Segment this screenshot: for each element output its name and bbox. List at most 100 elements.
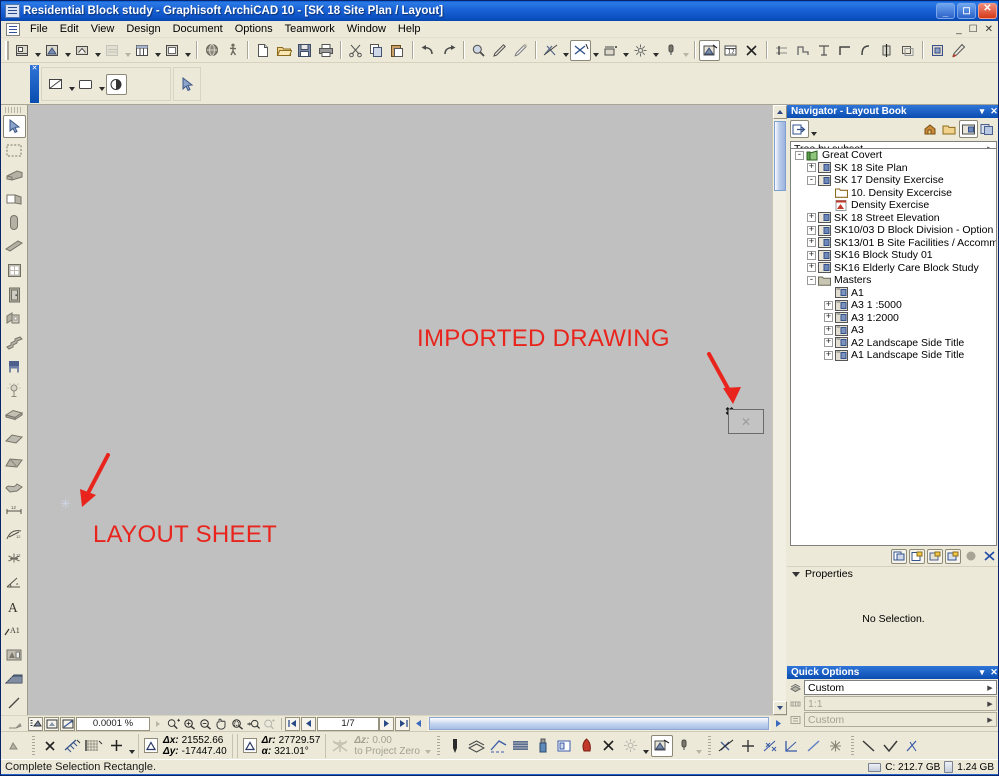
tree-item[interactable]: + SK13/01 B Site Facilities / Accommodati… bbox=[791, 237, 996, 250]
last-page-icon[interactable] bbox=[395, 716, 410, 731]
drawing-manager-icon[interactable] bbox=[699, 39, 720, 61]
toolbox-bottom-icon[interactable] bbox=[1, 718, 28, 730]
tree-expand-icon[interactable]: + bbox=[807, 213, 816, 223]
canvas-horizontal-scrollbar[interactable] bbox=[427, 716, 771, 731]
tool-fill[interactable] bbox=[3, 667, 26, 690]
chevron-right-icon[interactable]: ▶ bbox=[984, 700, 996, 708]
tool-object[interactable] bbox=[3, 307, 26, 330]
gravity-dropdown[interactable] bbox=[681, 40, 690, 61]
first-page-icon[interactable] bbox=[285, 716, 300, 731]
trace-reference-dropdown[interactable] bbox=[695, 735, 704, 757]
floor-plan-dropdown[interactable] bbox=[33, 40, 42, 61]
magnetic-snap-icon[interactable] bbox=[570, 39, 591, 61]
split-icon[interactable] bbox=[876, 40, 897, 61]
zoom-fit-selection-icon[interactable] bbox=[230, 717, 245, 731]
inner-minimize-button[interactable]: _ bbox=[953, 24, 965, 35]
publisher-sets-icon[interactable] bbox=[978, 120, 997, 138]
canvas-vertical-scrollbar[interactable] bbox=[772, 105, 787, 715]
pencil-edit-icon[interactable] bbox=[489, 40, 510, 61]
3d-globe-icon[interactable] bbox=[201, 40, 222, 61]
schedule-dropdown[interactable] bbox=[153, 40, 162, 61]
gravity-icon[interactable] bbox=[660, 40, 681, 61]
grid-snap-dropdown[interactable] bbox=[651, 40, 660, 61]
paste-icon[interactable] bbox=[387, 40, 408, 61]
tree-expand-icon[interactable]: + bbox=[824, 350, 833, 360]
distance-snap-icon[interactable] bbox=[825, 735, 847, 757]
menu-view[interactable]: View bbox=[85, 22, 121, 36]
grid-snap-icon[interactable] bbox=[630, 40, 651, 61]
view-map-icon[interactable] bbox=[940, 120, 959, 138]
adjust-icon[interactable] bbox=[792, 40, 813, 61]
layout-area-dropdown[interactable] bbox=[67, 74, 76, 95]
tool-line[interactable] bbox=[3, 691, 26, 714]
worksheet-dropdown[interactable] bbox=[123, 40, 132, 61]
tree-item[interactable]: - SK 17 Density Exercise bbox=[791, 174, 996, 187]
mark-up-icon[interactable] bbox=[741, 40, 762, 61]
pen-color-icon[interactable] bbox=[948, 40, 969, 61]
infobar-grip-4[interactable] bbox=[850, 735, 854, 756]
new-master-layout-icon[interactable] bbox=[945, 548, 961, 564]
open-layout-icon[interactable] bbox=[891, 548, 907, 564]
layer-settings-icon[interactable] bbox=[466, 735, 488, 757]
tree-item[interactable]: + A1 Landscape Side Title bbox=[791, 349, 996, 362]
tool-roof[interactable] bbox=[3, 427, 26, 450]
scroll-down-button[interactable] bbox=[773, 701, 787, 715]
tree-expand-icon[interactable]: + bbox=[824, 338, 833, 348]
open-folder-icon[interactable] bbox=[273, 40, 294, 61]
infobar-grip[interactable] bbox=[32, 735, 35, 756]
properties-header[interactable]: Properties bbox=[787, 567, 998, 581]
zoom-in-icon[interactable] bbox=[182, 717, 197, 731]
navigator-close-icon[interactable]: ✕ bbox=[988, 106, 998, 117]
tree-item[interactable]: + SK16 Block Study 01 bbox=[791, 249, 996, 262]
fill-type-icon[interactable] bbox=[510, 735, 532, 757]
tool-text[interactable]: A bbox=[3, 595, 26, 618]
fillet-corner-icon[interactable] bbox=[834, 40, 855, 61]
drawing-manager-toggle-icon[interactable] bbox=[650, 734, 673, 757]
building-material-icon[interactable] bbox=[532, 735, 554, 757]
tool-zone[interactable] bbox=[3, 643, 26, 666]
schedule-icon[interactable] bbox=[132, 40, 153, 61]
page-counter-field[interactable]: 1/7 bbox=[317, 716, 379, 731]
new-layout-icon[interactable] bbox=[909, 548, 925, 564]
previous-page-icon[interactable] bbox=[301, 716, 316, 731]
project-zero-icon[interactable] bbox=[328, 735, 352, 757]
tree-item[interactable]: - Masters bbox=[791, 274, 996, 287]
tree-item[interactable]: + A3 bbox=[791, 324, 996, 337]
special-snap-icon[interactable] bbox=[61, 735, 83, 757]
tool-stair[interactable] bbox=[3, 331, 26, 354]
tool-window[interactable] bbox=[3, 259, 26, 282]
print-icon[interactable] bbox=[315, 40, 336, 61]
pan-hand-icon[interactable] bbox=[214, 717, 229, 731]
tree-item[interactable]: + SK10/03 D Block Division - Option 5 bbox=[791, 224, 996, 237]
delete-x-icon[interactable] bbox=[598, 735, 620, 757]
arrow-select-tool-icon[interactable] bbox=[177, 74, 198, 95]
layout-sheet-origin-marker[interactable]: ✳ bbox=[60, 497, 71, 510]
intersect-icon[interactable] bbox=[813, 40, 834, 61]
tree-item[interactable]: Density Exercise bbox=[791, 199, 996, 212]
polar-coordinates[interactable]: Δr: 27729.57 α: 321.01° bbox=[236, 733, 327, 758]
tree-item[interactable]: 10. Density Excercise bbox=[791, 187, 996, 200]
layout-book-tree[interactable]: - Great Covert + SK 18 Site Plan - SK 17 Dens… bbox=[790, 148, 997, 546]
grid-snap-toggle-icon[interactable] bbox=[83, 735, 105, 757]
zoom-previous-icon[interactable] bbox=[44, 716, 59, 731]
tool-beam[interactable] bbox=[3, 235, 26, 258]
infobar-grip-3[interactable] bbox=[707, 735, 711, 756]
restore-button[interactable]: ☐ bbox=[957, 3, 976, 19]
no-snap-icon[interactable] bbox=[715, 735, 737, 757]
menu-file[interactable]: File bbox=[24, 22, 54, 36]
tree-expand-icon[interactable]: + bbox=[807, 238, 816, 248]
close-button[interactable]: ✕ bbox=[978, 3, 997, 19]
vertical-scroll-thumb[interactable] bbox=[774, 121, 786, 191]
drawing-frame-tool-icon[interactable] bbox=[76, 74, 97, 95]
walkthrough-person-icon[interactable] bbox=[222, 40, 243, 61]
menu-design[interactable]: Design bbox=[120, 22, 166, 36]
delete-layout-icon[interactable] bbox=[981, 549, 997, 564]
scale-combo[interactable]: 1:1 ▶ bbox=[804, 696, 997, 711]
dimension-settings-dropdown[interactable] bbox=[621, 40, 630, 61]
tree-item[interactable]: A1 bbox=[791, 287, 996, 300]
save-icon[interactable] bbox=[294, 40, 315, 61]
tool-curtain-wall[interactable] bbox=[3, 187, 26, 210]
elevation-dropdown[interactable] bbox=[93, 40, 102, 61]
element-settings-icon[interactable] bbox=[927, 40, 948, 61]
tree-item[interactable]: + SK 18 Street Elevation bbox=[791, 212, 996, 225]
